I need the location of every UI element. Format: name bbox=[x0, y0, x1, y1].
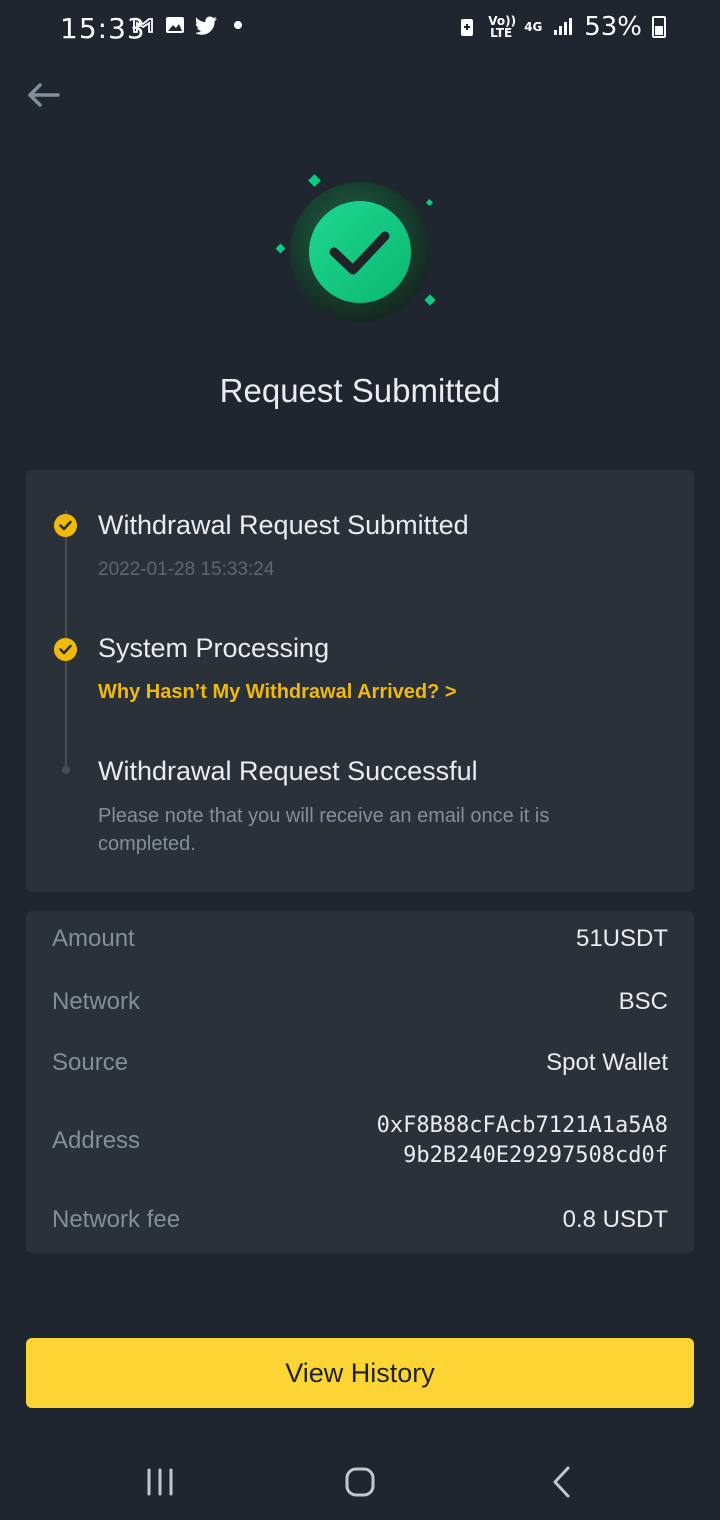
detail-row-network: Network BSC bbox=[52, 988, 668, 1016]
status-system-icons: Vo)) LTE 4G 53% bbox=[456, 12, 666, 42]
step-note: Please note that you will receive an ema… bbox=[98, 805, 550, 855]
detail-row-network-fee: Network fee 0.8 USDT bbox=[52, 1206, 668, 1234]
battery-icon bbox=[652, 16, 666, 38]
step-title-successful: Withdrawal Request Successful bbox=[98, 756, 478, 786]
step-pending-dot-icon bbox=[62, 766, 70, 774]
recents-icon[interactable] bbox=[140, 1462, 180, 1502]
detail-value: Spot Wallet bbox=[546, 1049, 668, 1076]
network-type-indicator: 4G bbox=[524, 20, 543, 34]
volte-indicator: Vo)) LTE bbox=[488, 14, 517, 40]
detail-row-source: Source Spot Wallet bbox=[52, 1049, 668, 1077]
step-complete-check-icon bbox=[54, 638, 77, 661]
detail-row-amount: Amount 51USDT bbox=[52, 925, 668, 953]
address-line-1: 0xF8B88cFAcb7121A1a5A8 bbox=[376, 1113, 668, 1138]
withdrawal-not-arrived-link[interactable]: Why Hasn’t My Withdrawal Arrived? > bbox=[98, 681, 457, 704]
detail-label: Network bbox=[52, 988, 141, 1015]
step-timestamp: 2022-01-28 15:33:24 bbox=[98, 559, 275, 580]
step-title-processing: System Processing bbox=[98, 633, 330, 663]
back-chevron-icon[interactable] bbox=[542, 1462, 582, 1502]
signal-icon bbox=[554, 18, 573, 35]
view-history-button[interactable]: View History bbox=[26, 1338, 694, 1408]
twitter-icon bbox=[196, 16, 218, 35]
detail-value: BSC bbox=[618, 988, 668, 1015]
detail-label: Source bbox=[52, 1049, 129, 1076]
detail-label: Address bbox=[52, 1127, 141, 1154]
detail-label: Network fee bbox=[52, 1206, 181, 1233]
status-bar: 15:33 Vo)) LTE 4G 53% bbox=[0, 0, 720, 56]
success-check-icon bbox=[275, 174, 436, 322]
battery-percent: 53% bbox=[584, 12, 642, 42]
home-icon[interactable] bbox=[340, 1462, 380, 1502]
notification-dot-icon bbox=[234, 21, 242, 29]
withdrawal-details: Amount 51USDT Network BSC Source Spot Wa… bbox=[26, 911, 694, 1253]
address-line-2: 9b2B240E29297508cd0f bbox=[403, 1143, 668, 1168]
detail-value: 0.8 USDT bbox=[562, 1206, 668, 1233]
status-notification-icons bbox=[132, 14, 242, 36]
page-title: Request Submitted bbox=[219, 372, 501, 409]
detail-row-address: Address 0xF8B88cFAcb7121A1a5A8 9b2B240E2… bbox=[52, 1111, 668, 1171]
detail-value: 51USDT bbox=[575, 925, 668, 952]
detail-label: Amount bbox=[52, 925, 135, 952]
withdrawal-status-timeline: Withdrawal Request Submitted 2022-01-28 … bbox=[26, 470, 694, 892]
step-complete-check-icon bbox=[54, 514, 77, 537]
arrow-left-icon[interactable] bbox=[22, 74, 64, 116]
gmail-icon bbox=[133, 18, 153, 33]
step-title-submitted: Withdrawal Request Submitted bbox=[98, 510, 469, 540]
battery-saver-icon bbox=[461, 19, 474, 36]
address-value[interactable]: 0xF8B88cFAcb7121A1a5A8 9b2B240E29297508c… bbox=[377, 1111, 668, 1171]
gallery-icon bbox=[166, 17, 184, 33]
system-nav-bar bbox=[0, 1440, 720, 1520]
